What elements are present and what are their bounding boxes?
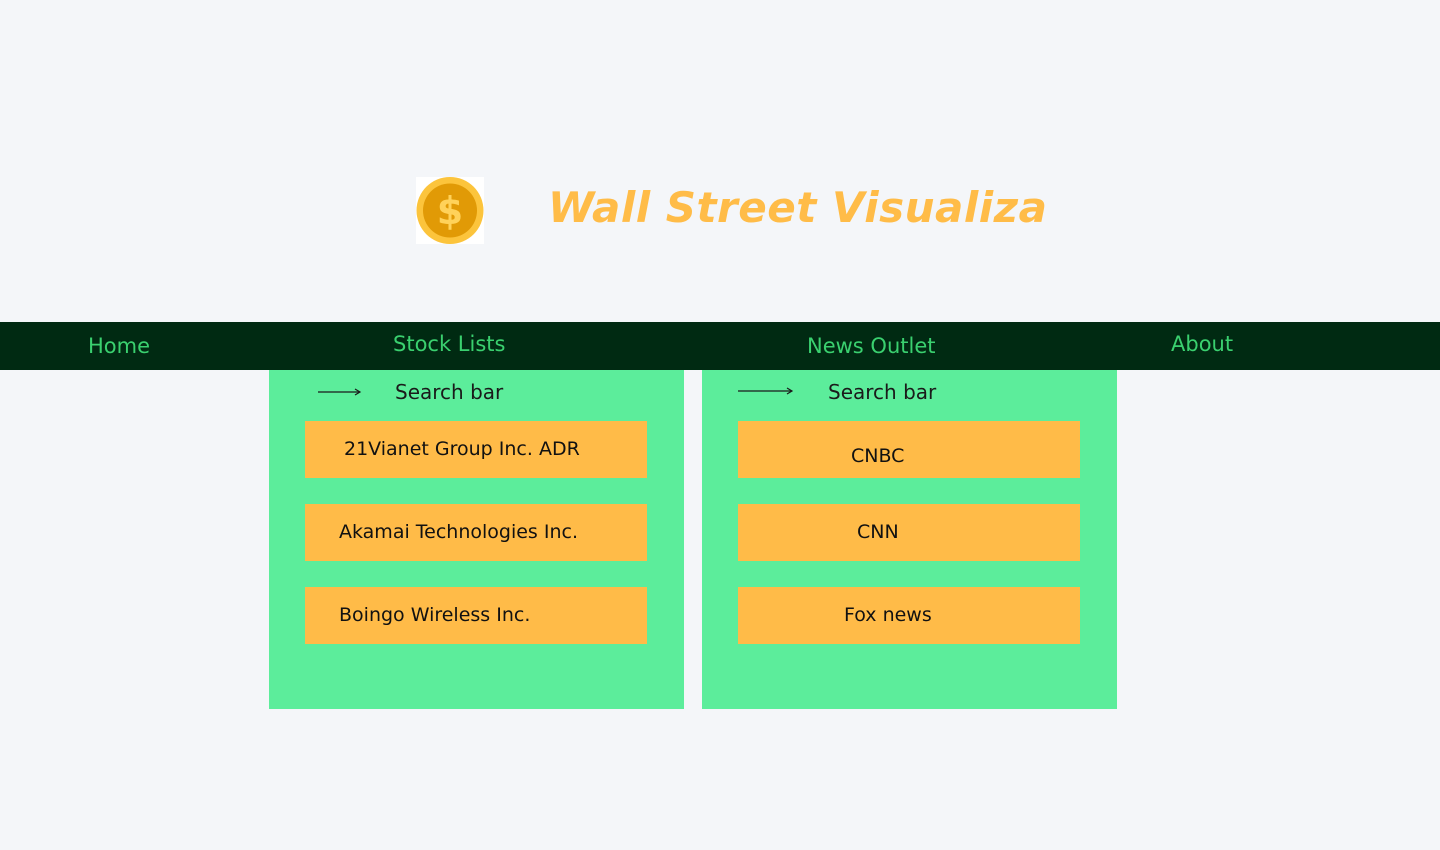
news-search-bar[interactable]: Search bar (828, 378, 936, 406)
stock-list-panel: Search bar 21Vianet Group Inc. ADR Akama… (269, 370, 684, 709)
navbar: Home Stock Lists News Outlet About (0, 322, 1440, 370)
stock-item[interactable]: Akamai Technologies Inc. (305, 504, 647, 561)
stock-item-label: 21Vianet Group Inc. ADR (344, 438, 580, 460)
news-item-label: CNN (857, 521, 899, 543)
logo: $ (416, 177, 484, 244)
news-item[interactable]: Fox news (738, 587, 1080, 644)
stock-item[interactable]: Boingo Wireless Inc. (305, 587, 647, 644)
news-item[interactable]: CNN (738, 504, 1080, 561)
nav-news-outlet[interactable]: News Outlet (807, 322, 935, 370)
news-item-label: CNBC (851, 445, 905, 467)
news-outlet-panel: Search bar CNBC CNN Fox news (702, 370, 1117, 709)
arrow-right-icon (318, 388, 362, 396)
stock-item-label: Boingo Wireless Inc. (339, 604, 531, 626)
svg-text:$: $ (437, 189, 463, 233)
app-title: Wall Street Visualiza (548, 183, 1048, 232)
arrow-right-icon (738, 387, 794, 395)
nav-about[interactable]: About (1171, 320, 1233, 368)
dollar-coin-icon: $ (416, 177, 484, 244)
stock-item-label: Akamai Technologies Inc. (339, 521, 579, 543)
nav-home[interactable]: Home (88, 322, 150, 370)
stock-search-bar[interactable]: Search bar (395, 378, 503, 406)
nav-stock-lists[interactable]: Stock Lists (393, 320, 505, 368)
stock-item[interactable]: 21Vianet Group Inc. ADR (305, 421, 647, 478)
news-item-label: Fox news (844, 604, 932, 626)
news-item[interactable]: CNBC (738, 421, 1080, 478)
